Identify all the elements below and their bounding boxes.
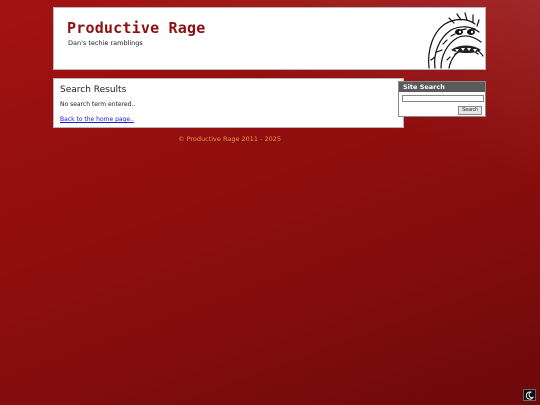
site-search-title: Site Search — [399, 82, 485, 92]
footer-copyright: © Productive Rage 2011 - 2025 — [178, 135, 282, 143]
theme-toggle-button[interactable] — [523, 389, 536, 401]
fuzzy-monster-mascot-icon — [428, 12, 484, 69]
back-to-home-link[interactable]: Back to the home page.. — [60, 116, 134, 123]
no-search-term-message: No search term entered.. — [60, 101, 136, 108]
site-title[interactable]: Productive Rage — [67, 19, 205, 37]
site-search-widget: Site Search Search — [398, 81, 486, 117]
search-results-panel: Search Results No search term entered.. … — [53, 78, 404, 128]
site-header: Productive Rage Dan's techie ramblings — [53, 7, 486, 70]
site-tagline: Dan's techie ramblings — [68, 39, 143, 47]
search-button[interactable]: Search — [458, 106, 482, 115]
moon-icon — [525, 391, 534, 400]
page-title: Search Results — [60, 85, 127, 95]
search-input[interactable] — [402, 95, 484, 102]
